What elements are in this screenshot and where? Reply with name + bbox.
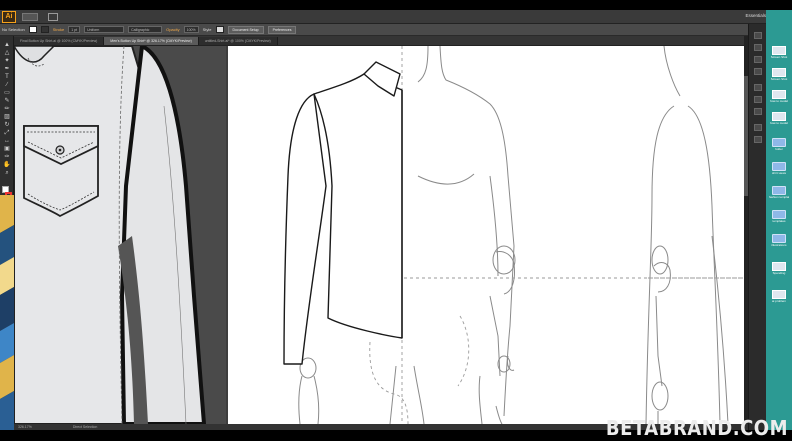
canvas-area[interactable] xyxy=(14,46,744,424)
transparency-panel-icon[interactable] xyxy=(754,108,762,115)
zoom-level[interactable]: 326.17% xyxy=(18,425,32,429)
eraser-tool-icon[interactable]: ▨ xyxy=(3,114,11,120)
preferences-button[interactable]: Preferences xyxy=(267,25,297,34)
desktop-icon[interactable]: Spending xyxy=(769,262,789,276)
zoom-tool-icon[interactable]: ⌕ xyxy=(3,170,11,176)
graphic-style-swatch[interactable] xyxy=(215,26,224,33)
direct-selection-tool-icon[interactable]: △ xyxy=(3,50,11,56)
selection-tool-icon[interactable]: ▲ xyxy=(3,42,11,48)
bridge-button[interactable] xyxy=(22,12,38,21)
tab-final-shirt[interactable]: Final Button Up Shirt.ai @ 100% (CMYK/Pr… xyxy=(14,37,105,45)
stroke-color-swatch[interactable] xyxy=(40,26,49,33)
hand-tool-icon[interactable]: ✋ xyxy=(3,162,11,168)
rectangle-tool-icon[interactable]: ▭ xyxy=(3,90,11,96)
swatches-panel-icon[interactable] xyxy=(754,44,762,51)
desktop-icon[interactable]: Screen Shot xyxy=(769,46,789,60)
workspace-switcher[interactable]: Essentials xyxy=(745,13,766,18)
paintbrush-tool-icon[interactable]: ✎ xyxy=(3,98,11,104)
zoomed-shirt-artwork[interactable] xyxy=(14,46,228,424)
desktop-folder-icon[interactable]: fashion templates xyxy=(769,186,789,200)
appearance-panel-icon[interactable] xyxy=(754,124,762,131)
brush-definition[interactable]: Calligraphic xyxy=(128,26,163,33)
application-bar: Ai Essentials xyxy=(0,10,792,24)
width-tool-icon[interactable]: ↔ xyxy=(3,138,11,144)
color-panel-icon[interactable] xyxy=(754,32,762,39)
eyedropper-tool-icon[interactable]: ✑ xyxy=(3,154,11,160)
stroke-label[interactable]: Stroke xyxy=(53,27,65,32)
magic-wand-tool-icon[interactable]: ✦ xyxy=(3,58,11,64)
desktop-background: Screen Shot Screen Shot how to model how… xyxy=(766,10,792,430)
scale-tool-icon[interactable]: ⤢ xyxy=(3,130,11,136)
selection-label: No Selection xyxy=(2,27,25,32)
letterbox-top xyxy=(0,0,792,10)
layers-panel-icon[interactable] xyxy=(754,136,762,143)
brushes-panel-icon[interactable] xyxy=(754,56,762,63)
opacity-field[interactable]: 100% xyxy=(183,26,199,33)
arrange-documents-icon[interactable] xyxy=(48,12,58,21)
tab-untitled-shirt[interactable]: untitled-Shirt.ai* @ 100% (CMYK/Preview) xyxy=(198,37,278,45)
desktop-folder-icon[interactable]: illustrations xyxy=(769,234,789,248)
panel-dock xyxy=(748,24,766,430)
style-label: Style xyxy=(202,27,212,32)
opacity-label[interactable]: Opacity xyxy=(166,27,180,32)
current-tool-status: Direct Selection xyxy=(72,425,98,429)
main-artboard[interactable] xyxy=(228,46,744,424)
desktop-icon[interactable]: Screen Shot xyxy=(769,68,789,82)
desktop-folder-icon[interactable]: shirt views xyxy=(769,162,789,176)
symbols-panel-icon[interactable] xyxy=(754,68,762,75)
pencil-tool-icon[interactable]: ✏ xyxy=(3,106,11,112)
stroke-weight-field[interactable]: 1 pt xyxy=(68,26,81,33)
tab-mens-shirt[interactable]: Men's Button Up Shirt* @ 326.17% (CMYK/P… xyxy=(104,37,199,45)
desktop-folder-icon[interactable]: folder xyxy=(769,138,789,152)
rotate-tool-icon[interactable]: ↻ xyxy=(3,122,11,128)
background-stripes xyxy=(0,195,14,430)
control-bar: No Selection Stroke 1 pt Uniform Calligr… xyxy=(0,24,792,36)
variable-width-profile[interactable]: Uniform xyxy=(84,26,125,33)
pen-tool-icon[interactable]: ✒ xyxy=(3,66,11,72)
free-transform-tool-icon[interactable]: ▣ xyxy=(3,146,11,152)
type-tool-icon[interactable]: T xyxy=(3,74,11,80)
illustrator-logo: Ai xyxy=(2,10,16,23)
desktop-icon[interactable]: ai problem xyxy=(769,290,789,304)
stroke-panel-icon[interactable] xyxy=(754,84,762,91)
document-setup-button[interactable]: Document Setup xyxy=(227,25,264,34)
desktop-icon[interactable]: how to model xyxy=(769,112,789,126)
betabrand-watermark: BETABRAND.COM xyxy=(605,416,788,441)
line-tool-icon[interactable]: ∕ xyxy=(3,82,11,88)
fill-color-swatch[interactable] xyxy=(28,26,37,33)
desktop-icon[interactable]: how to model xyxy=(769,90,789,104)
desktop-folder-icon[interactable]: templates xyxy=(769,210,789,224)
gradient-panel-icon[interactable] xyxy=(754,96,762,103)
document-tab-bar: Final Button Up Shirt.ai @ 100% (CMYK/Pr… xyxy=(14,36,744,46)
